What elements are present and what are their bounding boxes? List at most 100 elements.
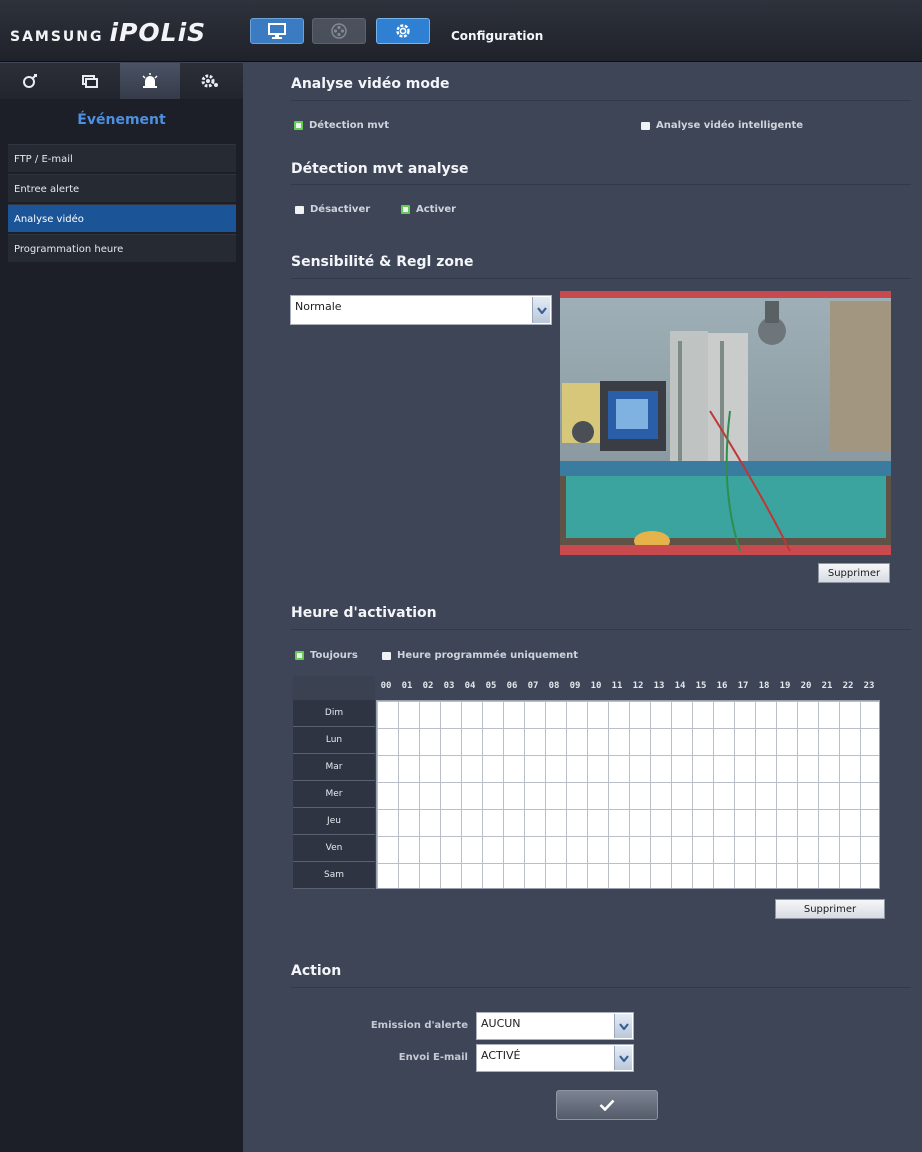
radio-checked-icon xyxy=(295,651,304,660)
brand-name: SAMSUNG xyxy=(10,29,104,45)
apply-button[interactable] xyxy=(556,1090,658,1120)
sidebar-section-title: Événement xyxy=(77,112,166,128)
chevron-down-icon xyxy=(614,1046,632,1070)
sensitivity-value: Normale xyxy=(295,300,342,313)
grid-corner xyxy=(293,676,375,700)
radio-label: Toujours xyxy=(310,650,358,661)
hour-label: 15 xyxy=(695,681,707,691)
sidebar-item-alert-input[interactable]: Entree alerte xyxy=(8,174,236,202)
video-preview[interactable] xyxy=(560,291,891,555)
hour-label: 20 xyxy=(800,681,812,691)
day-label: Sam xyxy=(293,862,375,889)
hour-label: 07 xyxy=(527,681,539,691)
delete-zone-button[interactable]: Supprimer xyxy=(818,563,890,583)
hour-label: 02 xyxy=(422,681,434,691)
logo: SAMSUNG iPOLiS xyxy=(10,18,207,47)
monitor-button[interactable] xyxy=(250,18,304,44)
day-label: Mar xyxy=(293,754,375,781)
hour-label: 10 xyxy=(590,681,602,691)
page-title: Configuration xyxy=(451,29,544,43)
video-icon xyxy=(82,75,98,88)
sidebar-item-time-schedule[interactable]: Programmation heure xyxy=(8,234,236,262)
hour-label: 06 xyxy=(506,681,518,691)
system-icon xyxy=(201,74,218,88)
radio-motion-detection[interactable]: Détection mvt xyxy=(294,120,389,131)
mode-section-title: Analyse vidéo mode xyxy=(291,76,450,92)
alert-output-value: AUCUN xyxy=(481,1017,521,1030)
sensitivity-section-title: Sensibilité & Regl zone xyxy=(291,254,474,270)
divider xyxy=(291,629,911,630)
sensitivity-select[interactable]: Normale xyxy=(290,295,552,325)
network-icon xyxy=(23,74,37,88)
sidebar-item-video-analysis[interactable]: Analyse vidéo xyxy=(8,204,236,232)
hour-label: 11 xyxy=(611,681,623,691)
monitor-icon xyxy=(268,23,286,39)
hour-label: 16 xyxy=(716,681,728,691)
playback-button[interactable] xyxy=(312,18,366,44)
divider xyxy=(291,184,911,185)
sidebar-item-ftp-email[interactable]: FTP / E-mail xyxy=(8,144,236,172)
hour-label: 18 xyxy=(758,681,770,691)
hour-label: 13 xyxy=(653,681,665,691)
day-label: Ven xyxy=(293,835,375,862)
playback-icon xyxy=(331,23,347,39)
activation-section-title: Heure d'activation xyxy=(291,605,437,621)
radio-unchecked-icon xyxy=(382,651,391,660)
radio-label: Désactiver xyxy=(310,204,371,215)
alarm-icon xyxy=(142,73,158,88)
settings-icon xyxy=(396,24,410,38)
camera-feed-image xyxy=(560,291,891,555)
radio-unchecked-icon xyxy=(641,121,650,130)
radio-scheduled-only[interactable]: Heure programmée uniquement xyxy=(382,650,578,661)
product-name: iPOLiS xyxy=(109,18,207,47)
main-content: Analyse vidéo mode Détection mvt Analyse… xyxy=(248,63,922,1152)
hour-label: 19 xyxy=(779,681,791,691)
hour-label: 23 xyxy=(863,681,875,691)
radio-disable[interactable]: Désactiver xyxy=(295,204,370,215)
hour-label: 14 xyxy=(674,681,686,691)
hour-label: 03 xyxy=(443,681,455,691)
schedule-cells[interactable] xyxy=(376,700,880,889)
tab-system[interactable] xyxy=(180,63,240,99)
chevron-down-icon xyxy=(614,1014,632,1038)
hour-label: 09 xyxy=(569,681,581,691)
day-label: Jeu xyxy=(293,808,375,835)
email-label: Envoi E-mail xyxy=(398,1052,468,1063)
alert-output-select[interactable]: AUCUN xyxy=(476,1012,634,1040)
hour-label: 12 xyxy=(632,681,644,691)
radio-intelligent-analysis[interactable]: Analyse vidéo intelligente xyxy=(641,120,803,131)
radio-label: Analyse vidéo intelligente xyxy=(656,120,804,131)
email-select[interactable]: ACTIVÉ xyxy=(476,1044,634,1072)
sidebar: Événement FTP / E-mail Entree alerte Ana… xyxy=(0,63,243,1152)
hour-label: 05 xyxy=(485,681,497,691)
radio-always[interactable]: Toujours xyxy=(295,650,358,661)
tab-video[interactable] xyxy=(60,63,120,99)
top-bar: SAMSUNG iPOLiS Configuration xyxy=(0,0,922,62)
tab-network[interactable] xyxy=(0,63,60,99)
detection-section-title: Détection mvt analyse xyxy=(291,161,469,177)
radio-label: Détection mvt xyxy=(309,120,389,131)
check-icon xyxy=(599,1099,615,1111)
radio-checked-icon xyxy=(401,205,410,214)
tab-event[interactable] xyxy=(120,63,180,99)
radio-checked-icon xyxy=(294,121,303,130)
hour-label: 01 xyxy=(401,681,413,691)
setup-button[interactable] xyxy=(376,18,430,44)
hour-label: 00 xyxy=(380,681,392,691)
delete-schedule-button[interactable]: Supprimer xyxy=(775,899,885,919)
chevron-down-icon xyxy=(532,297,550,323)
hour-label: 08 xyxy=(548,681,560,691)
hour-label: 17 xyxy=(737,681,749,691)
divider xyxy=(291,278,911,279)
day-label: Mer xyxy=(293,781,375,808)
day-label: Lun xyxy=(293,727,375,754)
radio-label: Activer xyxy=(416,204,457,215)
hour-label: 22 xyxy=(842,681,854,691)
divider xyxy=(291,987,911,988)
radio-label: Heure programmée uniquement xyxy=(397,650,578,661)
radio-enable[interactable]: Activer xyxy=(401,204,456,215)
action-section-title: Action xyxy=(291,963,342,979)
email-value: ACTIVÉ xyxy=(481,1049,521,1062)
day-label: Dim xyxy=(293,700,375,727)
radio-unchecked-icon xyxy=(295,205,304,214)
